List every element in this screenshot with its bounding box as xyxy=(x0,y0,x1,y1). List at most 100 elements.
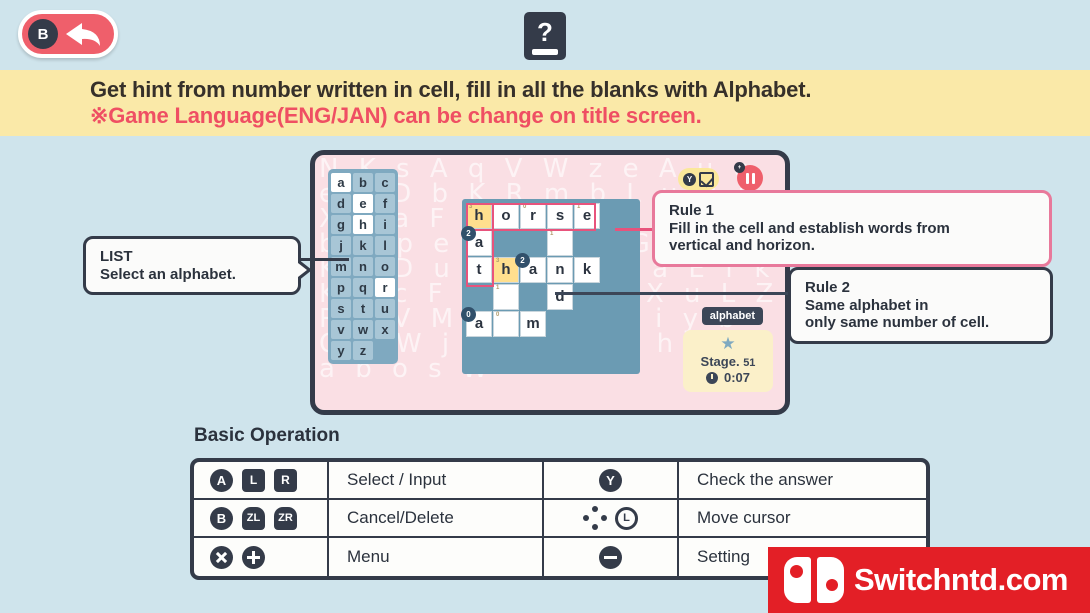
alphabet-list-panel[interactable]: abcdefghijklmnopqrstuvwxyz xyxy=(328,169,398,364)
crossword-cell-r0c3[interactable]: s xyxy=(547,203,573,229)
crossword-cell-r2c3[interactable]: n xyxy=(547,257,573,283)
operation-left-action-label: Select / Input xyxy=(347,470,447,489)
instruction-line-1: Get hint from number written in cell, fi… xyxy=(90,76,812,102)
alphabet-cell-l[interactable]: l xyxy=(375,236,395,255)
watermark-text: Switchntd.com xyxy=(854,562,1068,597)
alphabet-cell-n[interactable]: n xyxy=(353,257,373,276)
back-arrow-icon xyxy=(66,23,100,46)
operation-right-buttons: L xyxy=(544,500,679,538)
operation-right-action: Check the answer xyxy=(679,462,926,500)
alphabet-cell-t[interactable]: t xyxy=(353,299,373,318)
controller-button-dpad xyxy=(583,506,607,530)
alphabet-cell-o[interactable]: o xyxy=(375,257,395,276)
callout-rule1-line1: Fill in the cell and establish words fro… xyxy=(669,220,950,237)
alphabet-cell-v[interactable]: v xyxy=(331,320,351,339)
controller-button-x xyxy=(210,545,233,569)
callout-list-title: LIST xyxy=(100,248,133,265)
stage-status-panel: ★ Stage. 51 0:07 xyxy=(683,330,773,392)
cell-letter: n xyxy=(555,261,565,278)
pause-hud-button[interactable]: + xyxy=(734,162,763,191)
alphabet-cell-d[interactable]: d xyxy=(331,194,351,213)
cell-letter: h xyxy=(501,261,511,278)
operation-right-buttons: Y xyxy=(544,462,679,500)
pause-icon xyxy=(745,172,755,184)
operation-left-buttons: ALR xyxy=(194,462,329,500)
leader-line-rule1 xyxy=(615,228,655,231)
crossword-cell-r0c1[interactable]: o xyxy=(493,203,519,229)
operation-left-action: Menu xyxy=(329,538,544,576)
instruction-banner: Get hint from number written in cell, fi… xyxy=(0,70,1090,136)
stage-text: Stage. xyxy=(700,354,740,369)
controller-button-zl: ZL xyxy=(242,506,265,530)
alphabet-cell-u[interactable]: u xyxy=(375,299,395,318)
alphabet-cell-f[interactable]: f xyxy=(375,194,395,213)
cell-letter: r xyxy=(530,207,536,224)
alphabet-cell-e[interactable]: e xyxy=(353,194,373,213)
clock-icon xyxy=(705,371,718,384)
joycon-left xyxy=(784,557,811,603)
operation-row: A L R Select / Input Y Check the answer xyxy=(194,462,926,500)
alphabet-cell-g[interactable]: g xyxy=(331,215,351,234)
cell-marker: 2 xyxy=(515,253,530,268)
manual-book-icon[interactable]: ? xyxy=(524,12,566,60)
crossword-cell-r3c1[interactable]: 1 xyxy=(493,284,519,310)
stage-number: 51 xyxy=(743,357,756,369)
joycon-right xyxy=(817,557,844,603)
callout-list-body: Select an alphabet. xyxy=(100,266,236,283)
alphabet-cell-y[interactable]: y xyxy=(331,341,351,360)
leader-line-rule2 xyxy=(555,292,790,295)
back-button[interactable]: B xyxy=(18,10,118,58)
operation-left-action-label: Menu xyxy=(347,547,390,566)
mode-tag: alphabet xyxy=(701,307,763,325)
operation-left-action: Cancel/Delete xyxy=(329,500,544,538)
alphabet-cell-x[interactable]: x xyxy=(375,320,395,339)
crossword-cell-r4c2[interactable]: m xyxy=(520,311,546,337)
alphabet-cell-w[interactable]: w xyxy=(353,320,373,339)
alphabet-cell-p[interactable]: p xyxy=(331,278,351,297)
alphabet-cell-b[interactable]: b xyxy=(353,173,373,192)
alphabet-cell-h[interactable]: h xyxy=(353,215,373,234)
callout-rule1: Rule 1 Fill in the cell and establish wo… xyxy=(652,190,1052,267)
callout-rule1-line2: vertical and horizon. xyxy=(669,237,815,255)
crossword-cell-r2c4[interactable]: k xyxy=(574,257,600,283)
controller-button-y: Y xyxy=(599,468,622,492)
alphabet-cell-q[interactable]: q xyxy=(353,278,373,297)
cell-letter: s xyxy=(555,207,565,224)
alphabet-cell-r[interactable]: r xyxy=(375,278,395,297)
cell-letter: t xyxy=(476,261,482,278)
alphabet-cell-j[interactable]: j xyxy=(331,236,351,255)
pause-badge: + xyxy=(734,162,745,173)
controller-button-b: B xyxy=(210,506,233,530)
alphabet-cell-k[interactable]: k xyxy=(353,236,373,255)
check-answer-hud-button[interactable]: Y xyxy=(678,168,719,190)
cell-number: 0 xyxy=(496,312,500,318)
crossword-cell-r3c3[interactable]: d xyxy=(547,284,573,310)
crossword-cell-r2c0[interactable]: t xyxy=(466,257,492,283)
controller-button-minus xyxy=(599,545,622,569)
star-icon: ★ xyxy=(720,334,736,353)
cell-letter: o xyxy=(501,207,511,224)
alphabet-cell-empty xyxy=(375,341,395,360)
instruction-line-2: ※Game Language(ENG/JAN) can be change on… xyxy=(90,102,702,128)
crossword-board[interactable]: 3ho0rs1ea21t3ha2nk1da00m xyxy=(461,199,640,374)
operation-right-action-label: Setting xyxy=(697,547,750,566)
help-question-glyph: ? xyxy=(537,17,553,47)
alphabet-cell-z[interactable]: z xyxy=(353,341,373,360)
crossword-cell-r0c4[interactable]: 1e xyxy=(574,203,600,229)
operation-left-buttons xyxy=(194,538,329,576)
alphabet-cell-i[interactable]: i xyxy=(375,215,395,234)
crossword-cell-r1c3[interactable]: 1 xyxy=(547,230,573,256)
crossword-cell-r4c1[interactable]: 0 xyxy=(493,311,519,337)
alphabet-cell-s[interactable]: s xyxy=(331,299,351,318)
stage-label: Stage. 51 xyxy=(683,354,773,369)
timer: 0:07 xyxy=(683,370,773,385)
book-spine xyxy=(532,49,558,55)
cell-letter: h xyxy=(474,207,484,224)
alphabet-cell-c[interactable]: c xyxy=(375,173,395,192)
crossword-cell-r0c0[interactable]: 3h xyxy=(466,203,492,229)
controller-button-r: R xyxy=(274,468,297,492)
alphabet-cell-a[interactable]: a xyxy=(331,173,351,192)
nintendo-switch-logo xyxy=(784,557,844,603)
callout-rule2-line1: Same alphabet in xyxy=(805,297,929,314)
crossword-cell-r0c2[interactable]: 0r xyxy=(520,203,546,229)
